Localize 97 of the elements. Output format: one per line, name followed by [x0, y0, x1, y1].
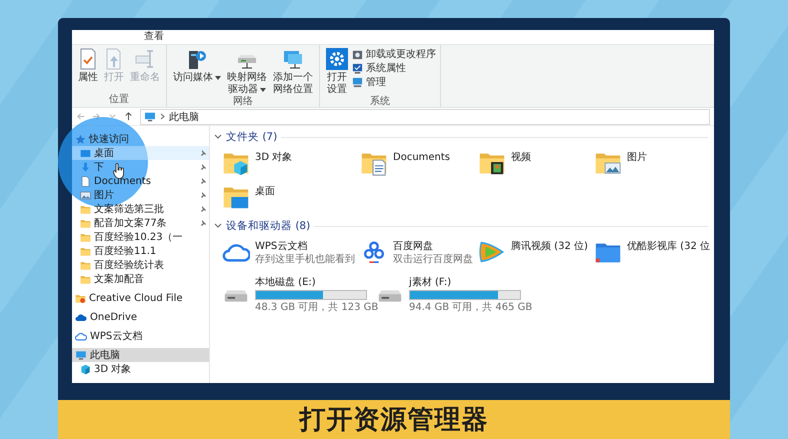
- folder-icon: [80, 260, 91, 270]
- ribbon-small-button[interactable]: 管理: [352, 76, 436, 89]
- nav-item[interactable]: 桌面: [72, 146, 209, 160]
- cloud-icon: [75, 312, 87, 322]
- caret-icon: [260, 88, 266, 92]
- ribbon-small-button[interactable]: 卸载或更改程序: [352, 48, 436, 61]
- drive-item[interactable]: j素材 (F:) 94.4 GB 可用，共 465 GB: [376, 274, 530, 314]
- nav-item[interactable]: 百度经验10.23（一: [72, 230, 209, 244]
- drive-space: 48.3 GB 可用，共 123 GB: [255, 301, 378, 314]
- pin-icon: [199, 149, 207, 157]
- folder-icon: [80, 232, 91, 242]
- star-icon: [75, 134, 86, 144]
- folder-item[interactable]: Documents: [360, 149, 478, 179]
- group-label: 网络: [232, 96, 254, 109]
- section-toggle[interactable]: [214, 134, 222, 140]
- pin-icon: [199, 191, 207, 199]
- device-item[interactable]: WPS云文档 存到这里手机也能看到: [222, 238, 360, 268]
- nav-item[interactable]: WPS云文档: [72, 329, 209, 343]
- cloud-icon: [75, 330, 87, 342]
- nav-item[interactable]: 此电脑: [72, 348, 209, 362]
- checklist-icon: [78, 48, 98, 70]
- folder-item[interactable]: 3D 对象: [222, 149, 360, 179]
- cloud-folder-icon: [75, 292, 86, 304]
- item-name: 3D 对象: [255, 151, 292, 164]
- item-name: 百度网盘: [393, 240, 434, 253]
- download-icon: [80, 162, 91, 172]
- item-name: 优酷影视库 (32 位: [627, 240, 710, 253]
- nav-item[interactable]: OneDrive: [72, 310, 209, 324]
- folder-icon: [80, 218, 91, 228]
- ribbon-button[interactable]: 添加一个 网络位置: [271, 48, 315, 96]
- ribbon-button[interactable]: 映射网络 驱动器: [225, 48, 269, 96]
- folder-item[interactable]: 桌面: [222, 183, 360, 213]
- item-name: 视频: [511, 151, 531, 164]
- section-title: 设备和驱动器 (8): [226, 219, 310, 233]
- caret-icon: [215, 76, 221, 80]
- nav-item[interactable]: 配音加文案77条: [72, 216, 209, 230]
- monitor-icon: [144, 112, 156, 122]
- computer-manage-icon: [352, 77, 363, 88]
- caption: 打开资源管理器: [300, 404, 488, 437]
- item-name: 腾讯视频 (32 位): [511, 240, 588, 253]
- chevron-icon: [214, 134, 222, 140]
- device-item[interactable]: 腾讯视频 (32 位): [478, 238, 594, 268]
- pin-icon: [199, 177, 207, 185]
- drive-name: j素材 (F:): [409, 276, 452, 289]
- disc-box-icon: [352, 49, 363, 60]
- item-description: 存到这里手机也能看到: [255, 253, 355, 266]
- nav-item[interactable]: 下: [72, 160, 209, 174]
- address-field[interactable]: 此电脑: [140, 108, 710, 124]
- item-name: WPS云文档: [255, 240, 308, 253]
- folder-icon: [80, 274, 91, 284]
- folder-icon: [80, 204, 91, 214]
- cube-icon: [80, 364, 91, 374]
- folder-item[interactable]: 视频: [478, 149, 594, 179]
- text-cursor-icon: [135, 48, 155, 70]
- nav-item[interactable]: 百度经验统计表: [72, 258, 209, 272]
- section-title: 文件夹 (7): [226, 130, 278, 144]
- nav-item[interactable]: 快速访问: [72, 132, 209, 146]
- ribbon-button[interactable]: 访问媒体: [171, 48, 223, 96]
- pin-icon: [199, 205, 207, 213]
- ribbon-small-button[interactable]: 系统属性: [352, 62, 436, 75]
- ribbon-button[interactable]: 打开 设置: [324, 48, 350, 96]
- drive-name: 本地磁盘 (E:): [255, 276, 317, 289]
- folder-item[interactable]: 图片: [594, 149, 714, 179]
- monitor-icon: [75, 350, 87, 360]
- picture-icon: [80, 190, 91, 200]
- chevron-icon: [214, 223, 222, 229]
- folder-icon: [80, 246, 91, 256]
- nav-item[interactable]: 文案筛选第三批: [72, 202, 209, 216]
- ribbon-button[interactable]: 属性: [76, 48, 100, 94]
- group-label: 系统: [369, 96, 391, 109]
- network-monitor-icon: [282, 48, 304, 70]
- section-toggle[interactable]: [214, 223, 222, 229]
- nav-item[interactable]: 3D 对象: [72, 362, 209, 376]
- drive-space: 94.4 GB 可用，共 465 GB: [409, 301, 532, 314]
- nav-item[interactable]: 图片: [72, 188, 209, 202]
- item-description: 双击运行百度网盘: [393, 253, 473, 266]
- chevron-icon: [160, 113, 165, 120]
- item-name: 桌面: [255, 185, 275, 198]
- group-label: 位置: [108, 94, 130, 107]
- pin-icon: [199, 163, 207, 171]
- nav-item[interactable]: 百度经验11.1: [72, 244, 209, 258]
- device-item[interactable]: 百度网盘 双击运行百度网盘: [360, 238, 478, 268]
- drive-item[interactable]: 本地磁盘 (E:) 48.3 GB 可用，共 123 GB: [222, 274, 376, 314]
- view-tab[interactable]: 查看: [138, 30, 170, 44]
- device-item[interactable]: 优酷影视库 (32 位: [594, 238, 714, 268]
- recent-icon: [108, 112, 117, 121]
- back-icon: [76, 112, 85, 121]
- monitor-check-icon: [352, 63, 363, 74]
- item-name: 图片: [627, 151, 647, 164]
- nav-item[interactable]: Creative Cloud File: [72, 291, 209, 305]
- up-icon: [124, 112, 133, 121]
- media-server-icon: [187, 48, 207, 70]
- pin-icon: [199, 219, 207, 227]
- nav-item[interactable]: 文案加配音: [72, 272, 209, 286]
- item-name: Documents: [393, 151, 450, 164]
- up-button[interactable]: [124, 112, 133, 121]
- settings-icon: [326, 48, 348, 70]
